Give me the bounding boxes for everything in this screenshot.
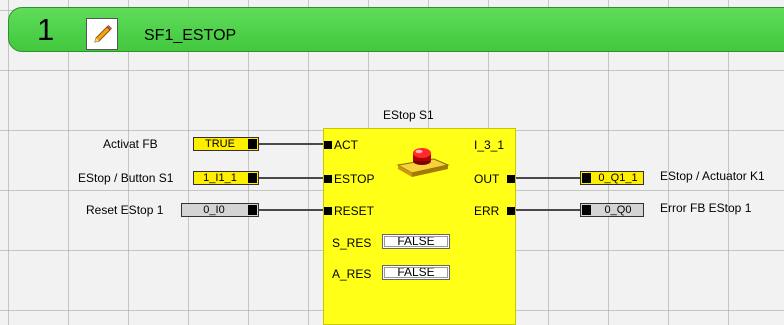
emergency-stop-button-icon (396, 148, 450, 177)
wire-reset (259, 209, 323, 211)
param-a-res-value[interactable]: FALSE (382, 265, 450, 280)
pin-reset-label: RESET (334, 204, 375, 218)
pin-estop-label: ESTOP (334, 172, 375, 186)
input-label-estop-button: EStop / Button S1 (78, 171, 174, 185)
pin-act-connector[interactable] (324, 141, 332, 149)
network-title: SF1_ESTOP (144, 27, 237, 44)
param-a-res-label: A_RES (332, 267, 372, 281)
pin-estop-connector[interactable] (324, 175, 332, 183)
param-s-res-value[interactable]: FALSE (382, 234, 450, 249)
wire-err (516, 209, 580, 211)
input-var-1-i1-1-text: 1_I1_1 (203, 172, 237, 184)
wire-act (259, 143, 323, 145)
input-label-reset-estop: Reset EStop 1 (86, 203, 164, 217)
output-label-error-fb: Error FB EStop 1 (660, 201, 752, 215)
pin-out-connector[interactable] (507, 175, 515, 183)
output-var-0-q1-1[interactable]: 0_Q1_1 (580, 171, 644, 185)
input-var-true-text: TRUE (205, 138, 235, 150)
param-s-res-label: S_RES (332, 236, 372, 250)
input-label-activat-fb: Activat FB (103, 137, 158, 151)
output-var-0-q0-text: 0_Q0 (604, 204, 632, 216)
network-header[interactable]: 1 SF1_ESTOP (8, 7, 784, 52)
pin-reset-connector[interactable] (324, 207, 332, 215)
output-label-estop-actuator: EStop / Actuator K1 (660, 169, 765, 183)
wire-out (516, 177, 580, 179)
edit-network-button[interactable] (86, 18, 118, 50)
input-var-true[interactable]: TRUE (193, 137, 259, 151)
network-number: 1 (37, 12, 55, 47)
pin-act-label: ACT (334, 138, 358, 152)
fb-type-name: I_3_1 (474, 138, 505, 152)
wire-estop (259, 177, 323, 179)
input-var-0-i0[interactable]: 0_I0 (181, 203, 259, 217)
input-var-1-i1-1[interactable]: 1_I1_1 (193, 171, 259, 185)
input-var-0-i0-text: 0_I0 (203, 204, 225, 216)
diagram-canvas[interactable]: 1 SF1_ESTOP EStop S1 ACT ESTOP RESET I_3… (0, 0, 784, 325)
pin-err-connector[interactable] (507, 207, 515, 215)
fb-instance-name: EStop S1 (383, 108, 434, 122)
output-var-0-q0[interactable]: 0_Q0 (580, 203, 644, 217)
function-block-estop[interactable]: ACT ESTOP RESET I_3_1 OUT ERR S_RES FALS… (323, 128, 516, 325)
pin-out-label: OUT (474, 172, 500, 186)
pencil-icon (94, 25, 112, 43)
output-var-0-q1-1-text: 0_Q1_1 (598, 172, 638, 184)
pin-err-label: ERR (474, 204, 500, 218)
